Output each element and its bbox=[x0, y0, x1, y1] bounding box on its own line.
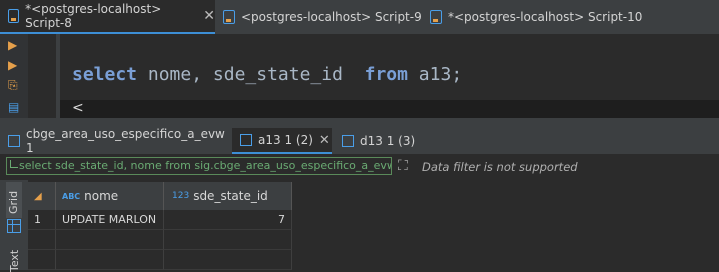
tab-label: a13 1 (2) bbox=[258, 133, 313, 147]
cell-nome[interactable]: UPDATE MARLON bbox=[56, 210, 164, 230]
sql-script-icon bbox=[223, 10, 235, 24]
grid-icon[interactable] bbox=[7, 219, 21, 233]
execute-script-icon[interactable]: ▶ bbox=[8, 58, 17, 72]
tab-label: *<postgres-localhost> Script-8 bbox=[25, 2, 162, 30]
horizontal-scrollbar[interactable]: < bbox=[60, 100, 719, 118]
keyword-select: select bbox=[72, 64, 138, 85]
empty-row-number bbox=[28, 230, 56, 250]
tab-script-8[interactable]: *<postgres-localhost> Script-8 ✕ bbox=[0, 0, 215, 34]
explain-plan-icon[interactable]: ⎘ bbox=[8, 78, 18, 93]
empty-cell bbox=[56, 230, 164, 250]
filter-input[interactable]: select sde_state_id, nome from sig.cbge_… bbox=[6, 157, 392, 175]
keyword-from: from bbox=[364, 64, 408, 85]
sql-code[interactable]: select nome, sde_state_id from a13; bbox=[72, 64, 462, 85]
grid-tab-label: Grid bbox=[7, 190, 20, 214]
execute-statement-icon[interactable]: ▶ bbox=[8, 38, 17, 52]
empty-cell bbox=[56, 250, 164, 270]
text-type-icon: ABC bbox=[62, 191, 81, 201]
tab-cbge-result[interactable]: cbge_area_uso_especifico_a_evw 1 bbox=[0, 127, 236, 155]
filter-message: Data filter is not supported bbox=[422, 160, 578, 174]
editor-toolbar: ▶ ▶ ⎘ ▤ bbox=[0, 34, 28, 126]
column-name: sde_state_id bbox=[193, 189, 268, 203]
script-icon[interactable]: ▤ bbox=[8, 100, 19, 114]
grid-icon bbox=[342, 135, 354, 147]
tab-label: d13 1 (3) bbox=[360, 134, 416, 148]
row-number[interactable]: 1 bbox=[28, 210, 56, 230]
row-header-corner[interactable]: ◢ bbox=[28, 182, 56, 210]
column-list: nome, sde_state_id bbox=[137, 64, 365, 85]
empty-cell bbox=[164, 230, 292, 250]
filter-icon bbox=[10, 160, 18, 168]
select-all-icon[interactable]: ◢ bbox=[34, 191, 42, 202]
text-view-tab[interactable]: Text bbox=[8, 250, 21, 272]
grid-icon bbox=[240, 134, 252, 146]
tab-script-10[interactable]: *<postgres-localhost> Script-10 bbox=[422, 0, 650, 34]
grid-view-tab[interactable]: Grid bbox=[6, 182, 22, 218]
empty-cell bbox=[164, 250, 292, 270]
tab-a13-result[interactable]: a13 1 (2) ✕ bbox=[232, 128, 332, 154]
grid-icon bbox=[8, 135, 20, 147]
tab-d13-result[interactable]: d13 1 (3) bbox=[334, 128, 432, 154]
close-icon[interactable]: ✕ bbox=[203, 8, 215, 24]
column-name: nome bbox=[84, 189, 119, 203]
editor-tab-bar: *<postgres-localhost> Script-8 ✕ <postgr… bbox=[0, 0, 719, 34]
close-icon[interactable]: ✕ bbox=[319, 133, 330, 148]
tab-label: <postgres-localhost> Script-9 bbox=[241, 10, 422, 24]
sql-script-icon bbox=[8, 9, 20, 23]
column-header-sde-state-id[interactable]: 123 sde_state_id bbox=[164, 182, 292, 210]
number-type-icon: 123 bbox=[172, 191, 190, 201]
sql-script-icon bbox=[430, 10, 442, 24]
empty-row-number bbox=[28, 250, 56, 270]
tab-label: cbge_area_uso_especifico_a_evw 1 bbox=[25, 127, 225, 155]
cell-sde-state-id[interactable]: 7 bbox=[164, 210, 292, 230]
table-name: a13; bbox=[407, 64, 463, 85]
column-header-nome[interactable]: ABC nome bbox=[56, 182, 164, 210]
tab-label: *<postgres-localhost> Script-10 bbox=[448, 10, 643, 24]
scroll-left-icon[interactable]: < bbox=[72, 100, 84, 116]
result-tab-bar: cbge_area_uso_especifico_a_evw 1 a13 1 (… bbox=[0, 127, 719, 155]
expand-filter-icon[interactable]: ⛶ bbox=[398, 158, 408, 174]
tab-script-9[interactable]: <postgres-localhost> Script-9 bbox=[215, 0, 423, 34]
